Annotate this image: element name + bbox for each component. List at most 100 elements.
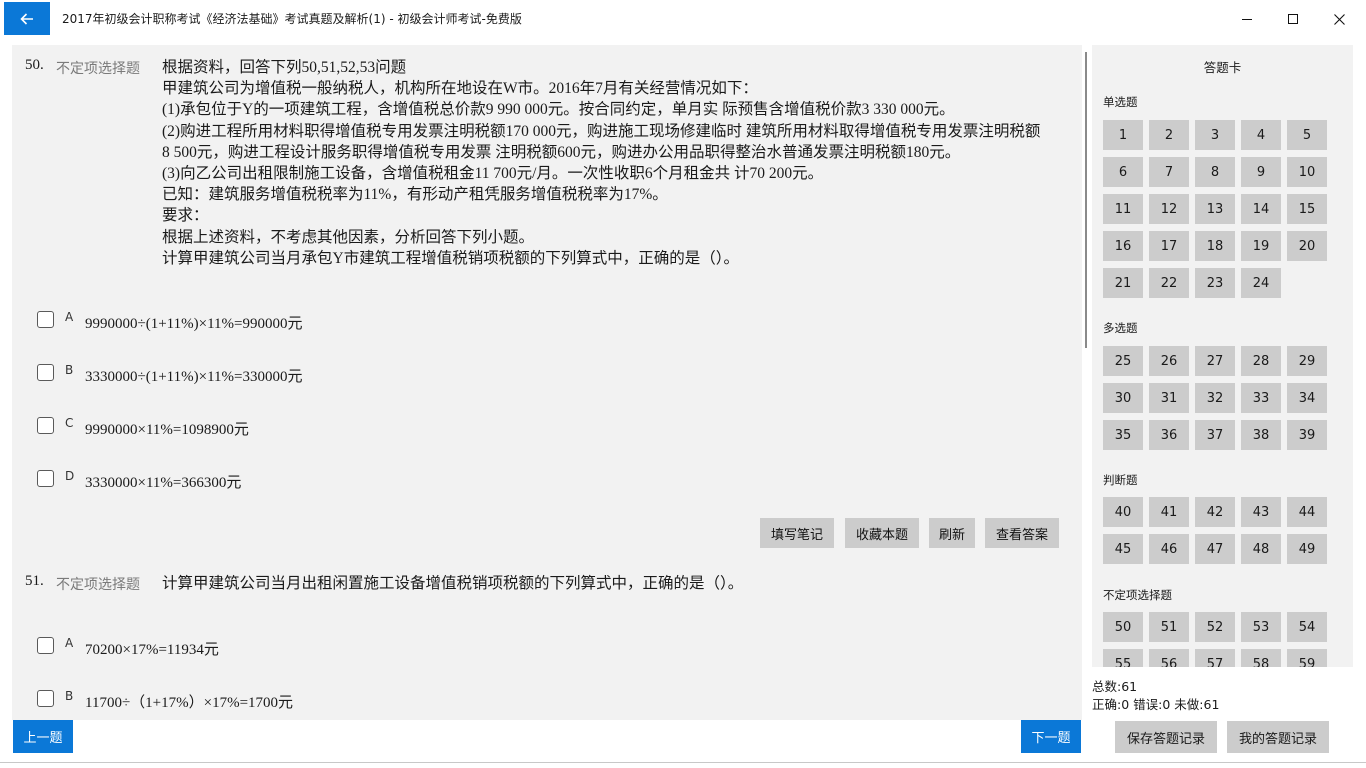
question-cell[interactable]: 29 [1287,346,1327,376]
close-button[interactable] [1316,6,1362,32]
question-cell[interactable]: 57 [1195,649,1235,667]
back-button[interactable] [4,2,50,35]
option-letter: A [65,636,74,650]
question-cell[interactable]: 53 [1241,612,1281,642]
question-cell[interactable]: 40 [1103,497,1143,527]
question-cell[interactable]: 3 [1195,120,1235,150]
question-cell[interactable]: 58 [1241,649,1281,667]
favorite-button[interactable]: 收藏本题 [845,518,919,548]
stem-line: (3)向乙公司出租限制施工设备，含增值税租金11 700元/月。一次性收职6个月… [162,165,824,183]
stem-line: 根据资料，回答下列50,51,52,53问题 [162,59,407,76]
question-cell[interactable]: 20 [1287,231,1327,261]
minimize-button[interactable] [1224,6,1270,32]
question-cell[interactable]: 46 [1149,534,1189,564]
question-cell[interactable]: 4 [1241,120,1281,150]
question-cell[interactable]: 39 [1287,420,1327,450]
option-checkbox[interactable] [37,417,54,434]
option-checkbox[interactable] [37,690,54,707]
question-cell[interactable]: 33 [1241,383,1281,413]
question-cell[interactable]: 36 [1149,420,1189,450]
arrow-left-icon [20,12,33,25]
question-cell[interactable]: 9 [1241,157,1281,187]
option-checkbox[interactable] [37,470,54,487]
stem-line: 计算甲建筑公司当月承包Y市建筑工程增值税销项税额的下列算式中，正确的是（）。 [162,249,739,267]
question-cell[interactable]: 55 [1103,649,1143,667]
option-text: 70200×17%=11934元 [85,642,219,658]
question-cell[interactable]: 38 [1241,420,1281,450]
question-cell[interactable]: 54 [1287,612,1327,642]
question-cell[interactable]: 30 [1103,383,1143,413]
answer-card[interactable]: 答题卡 单选题 1 2 3 4 5 6 7 8 9 10 11 12 13 14 15 16 17 18 19 20 21… [1092,45,1353,667]
question-cell[interactable]: 56 [1149,649,1189,667]
next-question-button[interactable]: 下一题 [1021,720,1081,753]
question-cell[interactable]: 41 [1149,497,1189,527]
question-cell[interactable]: 2 [1149,120,1189,150]
question-cell[interactable]: 16 [1103,231,1143,261]
prev-question-button[interactable]: 上一题 [13,720,73,753]
question-panel[interactable]: 50. 不定项选择题 根据资料，回答下列50,51,52,53问题 甲建筑公司为… [12,45,1082,720]
stem-line: 根据上述资料，不考虑其他因素，分析回答下列小题。 [162,228,535,246]
option-letter: C [65,416,74,430]
question-cell[interactable]: 13 [1195,194,1235,224]
question-cell[interactable]: 44 [1287,497,1327,527]
question-cell[interactable]: 21 [1103,268,1143,298]
question-cell[interactable]: 31 [1149,383,1189,413]
question-cell[interactable]: 10 [1287,157,1327,187]
question-cell[interactable]: 22 [1149,268,1189,298]
question-cell[interactable]: 5 [1287,120,1327,150]
stem-line: 计算甲建筑公司当月出租闲置施工设备增值税销项税额的下列算式中，正确的是（）。 [162,575,744,592]
question-cell[interactable]: 19 [1241,231,1281,261]
question-cell[interactable]: 24 [1241,268,1281,298]
write-note-button[interactable]: 填写笔记 [760,518,834,548]
question-cell[interactable]: 26 [1149,346,1189,376]
option-checkbox[interactable] [37,637,54,654]
question-cell[interactable]: 12 [1149,194,1189,224]
question-stem: 计算甲建筑公司当月出租闲置施工设备增值税销项税额的下列算式中，正确的是（）。 [162,573,1077,594]
question-cell[interactable]: 25 [1103,346,1143,376]
question-cell[interactable]: 32 [1195,383,1235,413]
stem-line: (2)购进工程所用材料职得增值税专用发票注明税额170 000元，购进施工现场修… [162,122,1041,140]
minimize-icon [1242,19,1252,20]
question-cell[interactable]: 43 [1241,497,1281,527]
option-text: 3330000×11%=366300元 [85,475,242,491]
question-cell[interactable]: 51 [1149,612,1189,642]
question-cell[interactable]: 59 [1287,649,1327,667]
question-number: 51. [25,573,44,589]
question-cell[interactable]: 28 [1241,346,1281,376]
question-cell[interactable]: 42 [1195,497,1235,527]
section-label: 不定项选择题 [1103,588,1172,602]
question-cell[interactable]: 1 [1103,120,1143,150]
question-stem: 根据资料，回答下列50,51,52,53问题 甲建筑公司为增值税一般纳税人，机构… [162,57,1077,269]
my-records-button[interactable]: 我的答题记录 [1227,721,1329,753]
question-cell[interactable]: 17 [1149,231,1189,261]
question-cell[interactable]: 8 [1195,157,1235,187]
scrollbar[interactable] [1085,52,1087,348]
question-cell[interactable]: 15 [1287,194,1327,224]
question-cell[interactable]: 47 [1195,534,1235,564]
stem-line: 8 500元，购进工程设计服务职得增值税专用发票 注明税额600元，购进办公用品… [162,143,961,161]
question-cell[interactable]: 45 [1103,534,1143,564]
view-answer-button[interactable]: 查看答案 [985,518,1059,548]
option-checkbox[interactable] [37,364,54,381]
question-cell[interactable]: 6 [1103,157,1143,187]
question-cell[interactable]: 37 [1195,420,1235,450]
question-cell[interactable]: 50 [1103,612,1143,642]
question-cell[interactable]: 48 [1241,534,1281,564]
question-cell[interactable]: 49 [1287,534,1327,564]
question-cell[interactable]: 34 [1287,383,1327,413]
question-cell[interactable]: 27 [1195,346,1235,376]
question-cell[interactable]: 23 [1195,268,1235,298]
question-cell[interactable]: 18 [1195,231,1235,261]
question-cell[interactable]: 35 [1103,420,1143,450]
question-type: 不定项选择题 [56,61,140,77]
save-record-button[interactable]: 保存答题记录 [1115,721,1217,753]
option-checkbox[interactable] [37,311,54,328]
maximize-button[interactable] [1270,6,1316,32]
refresh-button[interactable]: 刷新 [929,518,975,548]
question-cell[interactable]: 7 [1149,157,1189,187]
question-cell[interactable]: 52 [1195,612,1235,642]
section-label: 判断题 [1103,473,1138,487]
question-cell[interactable]: 14 [1241,194,1281,224]
stem-line: 要求： [162,207,209,225]
question-cell[interactable]: 11 [1103,194,1143,224]
